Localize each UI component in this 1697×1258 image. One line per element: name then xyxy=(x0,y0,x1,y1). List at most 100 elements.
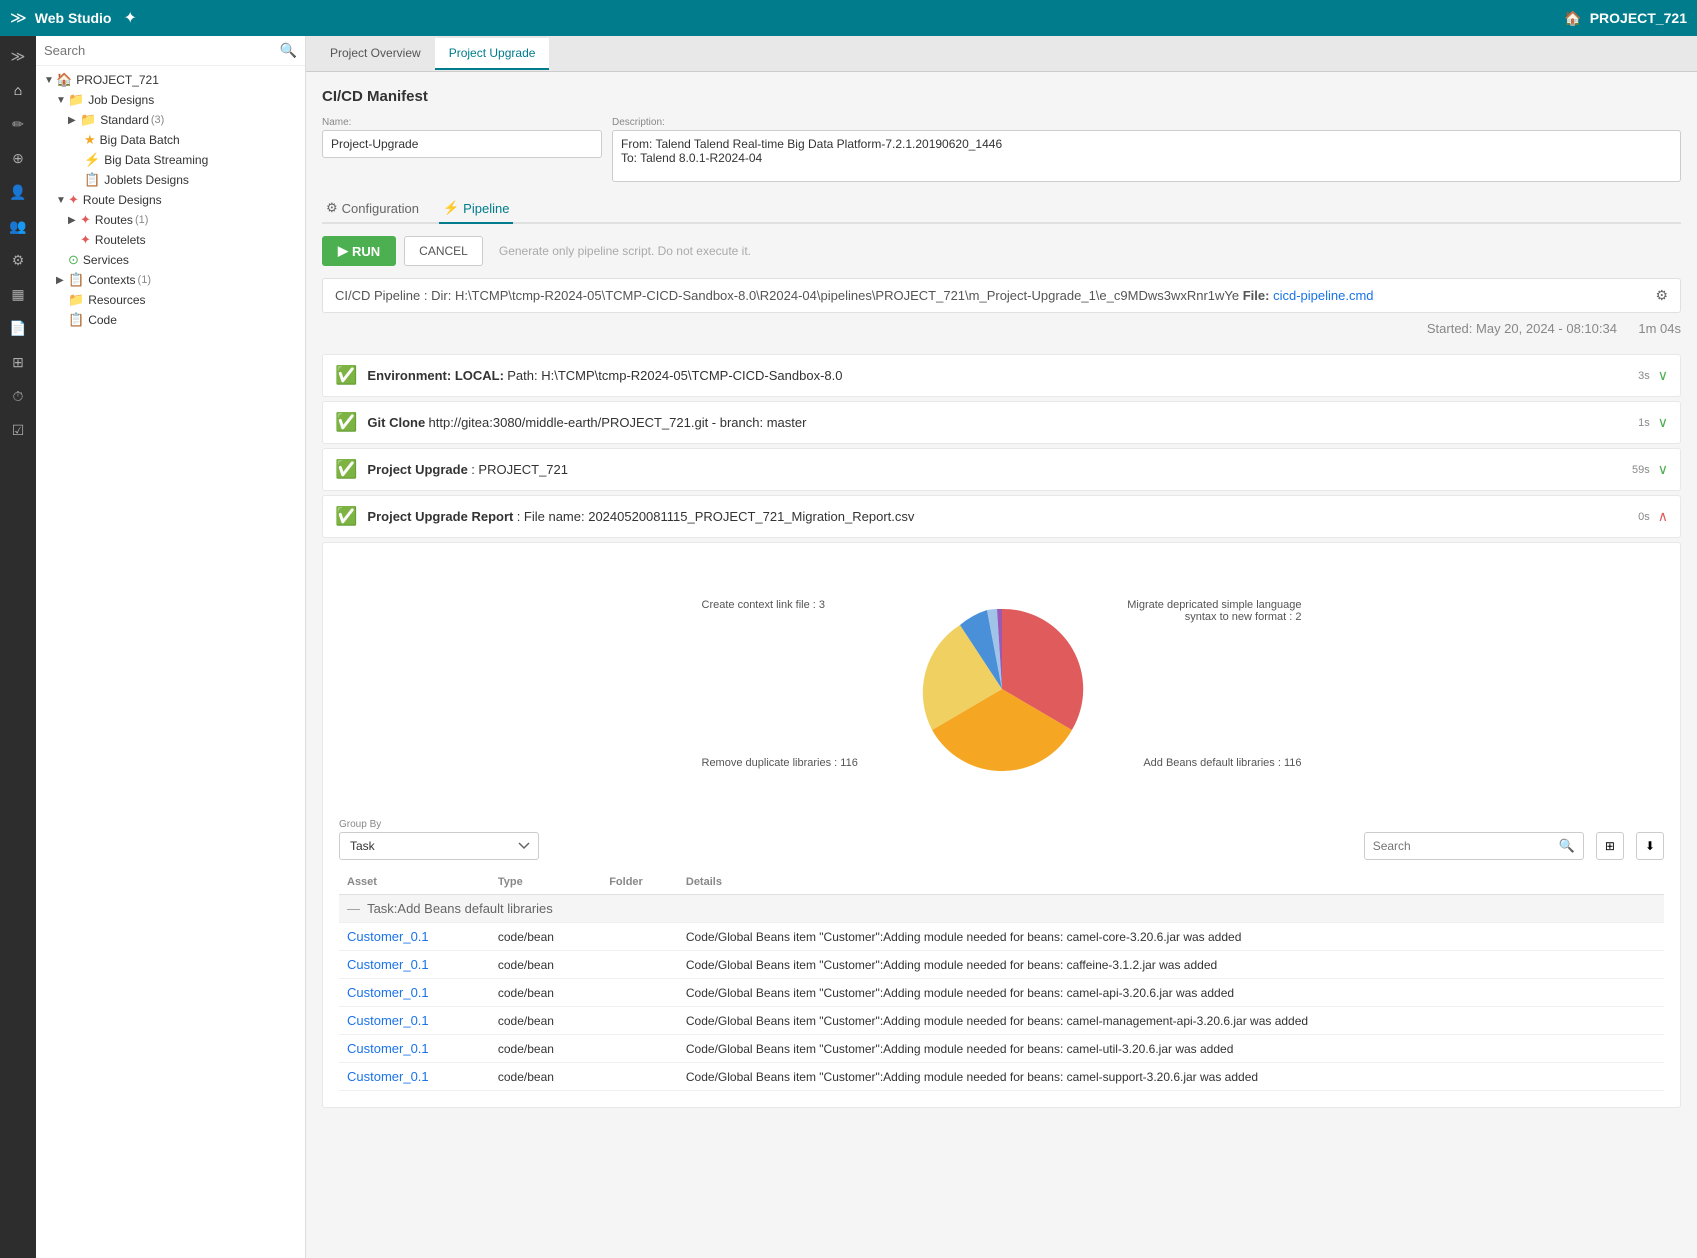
pipeline-path-file: cicd-pipeline.cmd xyxy=(1273,288,1373,303)
sidebar-icon-globe[interactable]: ⊕ xyxy=(2,142,34,174)
tree-route-designs[interactable]: ▼ ✦ Route Designs xyxy=(36,190,305,210)
tree-root[interactable]: ▼ 🏠 PROJECT_721 xyxy=(36,70,305,90)
pie-label-bottom-right: Add Beans default libraries : 116 xyxy=(1143,757,1301,769)
type-0: code/bean xyxy=(490,923,601,951)
search-input[interactable] xyxy=(44,43,274,58)
sidebar-icon-people[interactable]: 👥 xyxy=(2,210,34,242)
add-icon[interactable]: ✦ xyxy=(123,8,136,28)
tree-big-data-streaming[interactable]: ▶ ⚡ Big Data Streaming xyxy=(36,150,305,170)
step-env-time: 3s xyxy=(1638,370,1650,382)
name-input[interactable] xyxy=(322,130,602,158)
sidebar-icon-puzzle[interactable]: ⊞ xyxy=(2,346,34,378)
main-content: CI/CD Manifest Name: Description: From: … xyxy=(306,72,1697,1258)
asset-link-5[interactable]: Customer_0.1 xyxy=(347,1069,429,1084)
tree-joblets[interactable]: ▶ 📋 Joblets Designs xyxy=(36,170,305,190)
tree-routelets[interactable]: ▶ ✦ Routelets xyxy=(36,230,305,250)
tree-job-designs[interactable]: ▼ 📁 Job Designs xyxy=(36,90,305,110)
asset-link-4[interactable]: Customer_0.1 xyxy=(347,1041,429,1056)
tree-contexts[interactable]: ▶ 📋 Contexts (1) xyxy=(36,270,305,290)
step-upgrade-label: Project Upgrade : PROJECT_721 xyxy=(367,462,1632,477)
tree-routes-icon: ✦ xyxy=(80,212,91,228)
sidebar-icon-file[interactable]: 📄 xyxy=(2,312,34,344)
tree-routes[interactable]: ▶ ✦ Routes (1) xyxy=(36,210,305,230)
left-panel: 🔍 ▼ 🏠 PROJECT_721 ▼ 📁 Job Designs ▶ 📁 xyxy=(36,36,306,1258)
tree-standard[interactable]: ▶ 📁 Standard (3) xyxy=(36,110,305,130)
folder-2 xyxy=(601,979,678,1007)
asset-link-1[interactable]: Customer_0.1 xyxy=(347,957,429,972)
tab-project-overview[interactable]: Project Overview xyxy=(316,38,435,70)
sidebar-icon-tools[interactable]: ⚙ xyxy=(2,244,34,276)
tree-job-designs-arrow: ▼ xyxy=(56,95,66,106)
step-upgrade-toggle[interactable]: ∨ xyxy=(1658,461,1668,478)
details-2: Code/Global Beans item "Customer":Adding… xyxy=(678,979,1664,1007)
table-row: Customer_0.1 code/bean Code/Global Beans… xyxy=(339,979,1664,1007)
pipeline-path: CI/CD Pipeline : Dir: H:\TCMP\tcmp-R2024… xyxy=(322,278,1681,313)
top-bar: ≫ Web Studio ✦ 🏠 PROJECT_721 xyxy=(0,0,1697,36)
cancel-button[interactable]: CANCEL xyxy=(404,236,483,266)
report-content: Create context link file : 3 Migrate dep… xyxy=(322,542,1681,1108)
pipeline-settings-icon[interactable]: ⚙ xyxy=(1655,287,1668,304)
search-icon: 🔍 xyxy=(280,42,297,59)
sidebar-icon-clock[interactable]: ⏱ xyxy=(2,380,34,412)
step-git-toggle[interactable]: ∨ xyxy=(1658,414,1668,431)
asset-link-2[interactable]: Customer_0.1 xyxy=(347,985,429,1000)
tab-project-upgrade[interactable]: Project Upgrade xyxy=(435,38,550,70)
sidebar-icon-user[interactable]: 👤 xyxy=(2,176,34,208)
sidebar-icon-layers[interactable]: ▦ xyxy=(2,278,34,310)
tree-job-designs-icon: 📁 xyxy=(68,92,84,108)
tree-standard-icon: 📁 xyxy=(80,112,96,128)
run-button[interactable]: ▶ RUN xyxy=(322,236,396,266)
tab-pipeline[interactable]: ⚡ Pipeline xyxy=(439,194,513,224)
tree-resources-icon: 📁 xyxy=(68,292,84,308)
table-view-toggle[interactable]: ⊞ xyxy=(1596,832,1624,860)
project-tree: ▼ 🏠 PROJECT_721 ▼ 📁 Job Designs ▶ 📁 Stan… xyxy=(36,66,305,1258)
sidebar-icon-home[interactable]: ⌂ xyxy=(2,74,34,106)
step-report-toggle[interactable]: ∧ xyxy=(1658,508,1668,525)
group-by-wrapper: Group By Task Type Folder Asset xyxy=(339,819,539,860)
app-title: Web Studio xyxy=(35,10,112,26)
desc-field: Description: From: Talend Talend Real-ti… xyxy=(612,117,1681,182)
sidebar-icon-expand[interactable]: ≫ xyxy=(2,40,34,72)
tree-route-designs-icon: ✦ xyxy=(68,192,79,208)
step-upgrade-check: ✅ xyxy=(335,459,357,480)
group-by-select[interactable]: Task Type Folder Asset xyxy=(339,832,539,860)
icon-sidebar: ≫ ⌂ ✏ ⊕ 👤 👥 ⚙ ▦ 📄 ⊞ ⏱ ☑ xyxy=(0,36,36,1258)
sidebar-icon-design[interactable]: ✏ xyxy=(2,108,34,140)
tree-joblets-icon: 📋 xyxy=(84,172,100,188)
folder-3 xyxy=(601,1007,678,1035)
manifest-form: Name: Description: From: Talend Talend R… xyxy=(322,117,1681,182)
tree-big-data-batch[interactable]: ▶ ★ Big Data Batch xyxy=(36,130,305,150)
details-0: Code/Global Beans item "Customer":Adding… xyxy=(678,923,1664,951)
expand-sidebar-icon[interactable]: ≫ xyxy=(10,8,27,28)
content-area: Project Overview Project Upgrade CI/CD M… xyxy=(306,36,1697,1258)
col-asset: Asset xyxy=(339,870,490,895)
step-git-time: 1s xyxy=(1638,417,1650,429)
folder-1 xyxy=(601,951,678,979)
tree-services[interactable]: ▶ ⊙ Services xyxy=(36,250,305,270)
desc-input[interactable]: From: Talend Talend Real-time Big Data P… xyxy=(612,130,1681,182)
table-row: Customer_0.1 code/bean Code/Global Beans… xyxy=(339,1035,1664,1063)
table-search-input[interactable] xyxy=(1373,839,1553,853)
table-download-btn[interactable]: ⬇ xyxy=(1636,832,1664,860)
tree-resources[interactable]: ▶ 📁 Resources xyxy=(36,290,305,310)
table-row: Customer_0.1 code/bean Code/Global Beans… xyxy=(339,951,1664,979)
asset-link-0[interactable]: Customer_0.1 xyxy=(347,929,429,944)
run-icon: ▶ xyxy=(338,243,348,259)
asset-link-3[interactable]: Customer_0.1 xyxy=(347,1013,429,1028)
tree-contexts-icon: 📋 xyxy=(68,272,84,288)
step-upgrade-time: 59s xyxy=(1632,464,1650,476)
tab-configuration[interactable]: ⚙ Configuration xyxy=(322,194,423,224)
step-git-clone: ✅ Git Clone http://gitea:3080/middle-ear… xyxy=(322,401,1681,444)
pipeline-tabs: ⚙ Configuration ⚡ Pipeline xyxy=(322,194,1681,224)
step-env-toggle[interactable]: ∨ xyxy=(1658,367,1668,384)
tree-root-icon: 🏠 xyxy=(56,72,72,88)
tree-code[interactable]: ▶ 📋 Code xyxy=(36,310,305,330)
search-bar: 🔍 xyxy=(36,36,305,66)
step-report-time: 0s xyxy=(1638,511,1650,523)
task-header-row: — Task:Add Beans default libraries xyxy=(339,895,1664,923)
table-row: Customer_0.1 code/bean Code/Global Beans… xyxy=(339,1063,1664,1091)
step-project-upgrade: ✅ Project Upgrade : PROJECT_721 59s ∨ xyxy=(322,448,1681,491)
sidebar-icon-checklist[interactable]: ☑ xyxy=(2,414,34,446)
pipeline-path-prefix: CI/CD Pipeline : Dir: xyxy=(335,288,451,303)
project-name: PROJECT_721 xyxy=(1590,10,1687,26)
